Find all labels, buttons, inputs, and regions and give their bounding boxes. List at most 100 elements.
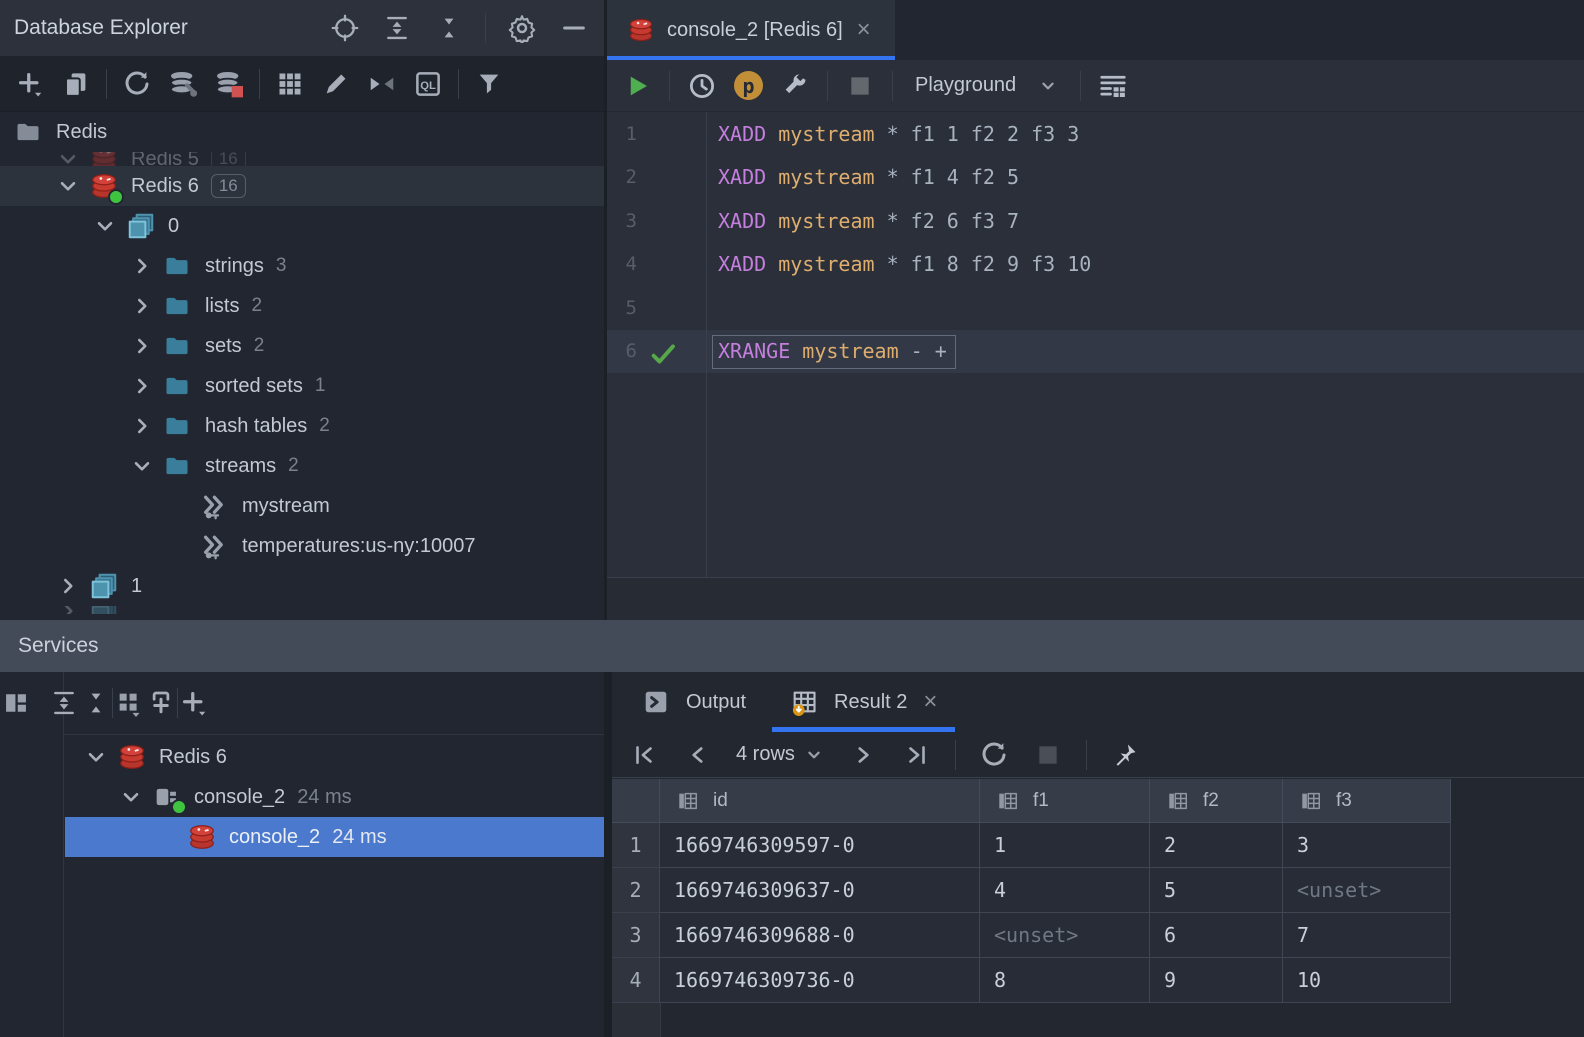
parameters-icon[interactable]: p — [734, 71, 763, 100]
code-line-4[interactable]: 4XADD mystream * f1 8 f2 9 f3 10 — [607, 243, 1584, 287]
tree-item-console-2[interactable]: console_224 ms — [0, 777, 604, 817]
table-cell[interactable]: 1669746309637-0 — [660, 868, 980, 913]
chev-sm-icon[interactable] — [1032, 70, 1064, 102]
tree-item-sets[interactable]: sets2 — [0, 326, 604, 366]
refresh-icon[interactable] — [121, 68, 153, 100]
table-cell[interactable]: 2 — [1150, 823, 1283, 868]
settings-icon[interactable] — [506, 12, 538, 44]
table-cell[interactable]: 5 — [1150, 868, 1283, 913]
tree-item-redis[interactable]: Redis — [0, 112, 604, 152]
last-icon[interactable] — [901, 739, 933, 771]
chevron-right-icon[interactable] — [129, 253, 163, 279]
group-by-icon[interactable] — [113, 687, 145, 719]
table-cell[interactable]: 1669746309736-0 — [660, 958, 980, 1003]
code-editor[interactable]: 1XADD mystream * f1 1 f2 2 f3 32XADD mys… — [607, 112, 1584, 577]
tab-result-2[interactable]: Result 2 × — [788, 672, 939, 732]
table-cell[interactable]: <unset> — [980, 913, 1150, 958]
stop-icon[interactable] — [844, 70, 876, 102]
row-number[interactable]: 1 — [612, 823, 660, 868]
table-cell[interactable]: 7 — [1283, 913, 1451, 958]
playground-dropdown[interactable]: Playground — [915, 74, 1016, 97]
table-cell[interactable]: 1669746309597-0 — [660, 823, 980, 868]
chevron-down-icon[interactable] — [83, 744, 117, 770]
table-cell[interactable]: 9 — [1150, 958, 1283, 1003]
expand-all-icon[interactable] — [381, 12, 413, 44]
services-vertical-splitter[interactable] — [604, 672, 612, 1037]
column-header-f2[interactable]: f2 — [1150, 779, 1283, 823]
inline-results-icon[interactable] — [1097, 70, 1129, 102]
close-tab-icon[interactable]: × — [855, 18, 873, 42]
expand-all-icon[interactable] — [48, 687, 80, 719]
row-number[interactable]: 2 — [612, 868, 660, 913]
add-icon[interactable] — [14, 68, 46, 100]
table-cell[interactable]: 1 — [980, 823, 1150, 868]
table-cell[interactable]: 1669746309688-0 — [660, 913, 980, 958]
table-cell[interactable]: 4 — [980, 868, 1150, 913]
chevron-right-icon[interactable] — [129, 293, 163, 319]
wrench-icon[interactable] — [779, 70, 811, 102]
first-icon[interactable] — [628, 739, 660, 771]
table-cell[interactable]: 8 — [980, 958, 1150, 1003]
play-icon[interactable] — [621, 70, 653, 102]
column-header-f1[interactable]: f1 — [980, 779, 1150, 823]
tree-item-redis-6[interactable]: Redis 616 — [0, 166, 604, 206]
table-cell[interactable]: <unset> — [1283, 868, 1451, 913]
tree-item-sorted-sets[interactable]: sorted sets1 — [0, 366, 604, 406]
tree-item-temperatures-us-ny-10007[interactable]: temperatures:us-ny:10007 — [0, 526, 604, 566]
code-line-3[interactable]: 3XADD mystream * f2 6 f3 7 — [607, 199, 1584, 243]
filter-icon[interactable] — [473, 68, 505, 100]
refresh-icon[interactable] — [978, 739, 1010, 771]
code-line-1[interactable]: 1XADD mystream * f1 1 f2 2 f3 3 — [607, 112, 1584, 156]
chevron-right-icon[interactable] — [55, 573, 89, 599]
table-icon[interactable] — [274, 68, 306, 100]
tree-item-console-2[interactable]: console_224 ms — [0, 817, 604, 857]
pin-icon[interactable] — [1109, 739, 1141, 771]
chevron-down-icon[interactable] — [55, 173, 89, 199]
row-number[interactable]: 4 — [612, 958, 660, 1003]
clock-icon[interactable] — [686, 70, 718, 102]
code-line-2[interactable]: 2XADD mystream * f1 4 f2 5 — [607, 156, 1584, 200]
tree-item-lists[interactable]: lists2 — [0, 286, 604, 326]
services-panel-header[interactable]: Services — [0, 620, 1584, 672]
table-cell[interactable]: 10 — [1283, 958, 1451, 1003]
add-service-icon[interactable] — [145, 687, 177, 719]
tree-item-hash-tables[interactable]: hash tables2 — [0, 406, 604, 446]
row-number[interactable]: 3 — [612, 913, 660, 958]
collapse-all-icon[interactable] — [433, 12, 465, 44]
close-tab-icon[interactable]: × — [921, 690, 939, 714]
chevron-down-icon[interactable] — [55, 152, 89, 166]
data-source-properties-icon[interactable] — [167, 68, 199, 100]
tree-item-strings[interactable]: strings3 — [0, 246, 604, 286]
table-cell[interactable]: 3 — [1283, 823, 1451, 868]
stop-icon[interactable] — [1032, 739, 1064, 771]
chevron-right-icon[interactable] — [129, 413, 163, 439]
chevron-right-icon[interactable] — [55, 606, 89, 614]
svc-layout-icon[interactable] — [0, 687, 32, 719]
tree-item-mystream[interactable]: mystream — [0, 486, 604, 526]
locate-icon[interactable] — [329, 12, 361, 44]
chevron-right-icon[interactable] — [129, 373, 163, 399]
page-size-dropdown[interactable]: 4 rows — [736, 743, 825, 766]
collapse-all-icon[interactable] — [80, 687, 112, 719]
copy-icon[interactable] — [60, 68, 92, 100]
tree-item-1[interactable]: 1 — [0, 566, 604, 606]
chevron-down-icon[interactable] — [118, 784, 152, 810]
chevron-down-icon[interactable] — [92, 213, 126, 239]
table-cell[interactable]: 6 — [1150, 913, 1283, 958]
tree-item-redis-6[interactable]: Redis 6 — [0, 737, 604, 777]
disconnect-icon[interactable] — [213, 68, 245, 100]
column-header-f3[interactable]: f3 — [1283, 779, 1451, 823]
edit-icon[interactable] — [320, 68, 352, 100]
tree-item-streams[interactable]: streams2 — [0, 446, 604, 486]
code-line-5[interactable]: 5 — [607, 286, 1584, 330]
tree-item-0[interactable]: 0 — [0, 206, 604, 246]
column-header-id[interactable]: id — [660, 779, 980, 823]
chevron-right-icon[interactable] — [129, 333, 163, 359]
add-icon[interactable] — [178, 687, 210, 719]
query-console-icon[interactable]: QL — [412, 68, 444, 100]
next-icon[interactable] — [847, 739, 879, 771]
tab-output[interactable]: Output — [640, 672, 746, 732]
tab-console-2[interactable]: console_2 [Redis 6] × — [607, 0, 895, 60]
hide-icon[interactable] — [558, 12, 590, 44]
chevron-down-icon[interactable] — [129, 453, 163, 479]
